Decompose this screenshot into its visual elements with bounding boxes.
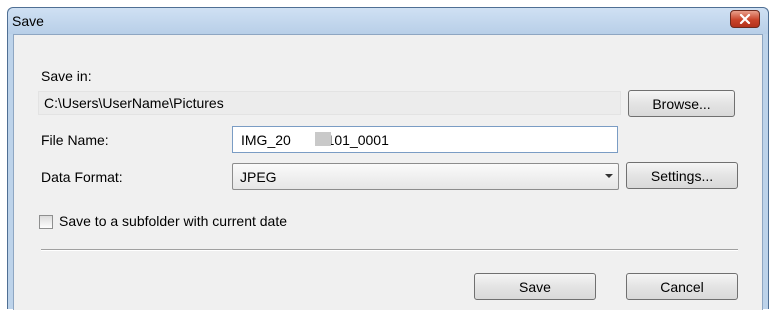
subfolder-checkbox[interactable] [39, 215, 53, 229]
save-in-path-text: C:\Users\UserName\Pictures [44, 95, 224, 111]
save-in-label: Save in: [41, 68, 92, 84]
redacted-area [315, 132, 331, 146]
cancel-button[interactable]: Cancel [626, 273, 738, 300]
save-button[interactable]: Save [474, 273, 596, 300]
browse-button[interactable]: Browse... [628, 90, 735, 117]
close-button[interactable] [730, 10, 760, 28]
data-format-select[interactable]: JPEG [232, 163, 619, 190]
settings-button[interactable]: Settings... [626, 162, 738, 189]
data-format-label: Data Format: [41, 169, 123, 185]
window-title: Save [12, 13, 44, 29]
data-format-value: JPEG [240, 169, 277, 185]
subfolder-checkbox-label[interactable]: Save to a subfolder with current date [59, 213, 287, 229]
dialog-body: Save in: C:\Users\UserName\Pictures Brow… [13, 34, 763, 310]
chevron-down-icon [605, 174, 613, 178]
file-name-label: File Name: [41, 132, 109, 148]
title-bar[interactable]: Save [8, 8, 768, 34]
file-name-input[interactable] [232, 126, 618, 153]
divider [41, 249, 738, 251]
save-dialog: Save Save in: C:\Users\UserName\Pictures… [7, 7, 769, 310]
save-in-path: C:\Users\UserName\Pictures [38, 91, 621, 115]
close-icon [739, 14, 751, 24]
